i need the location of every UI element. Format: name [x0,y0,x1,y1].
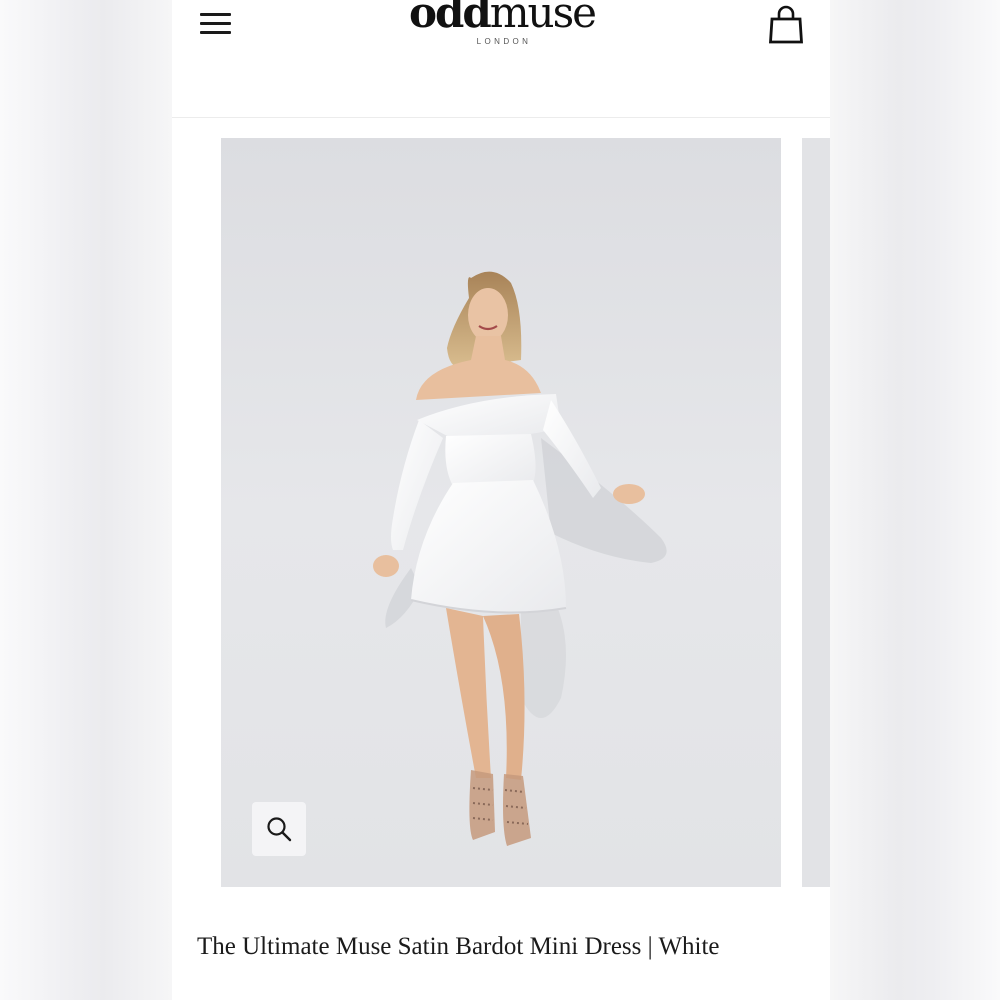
hamburger-line [200,22,231,25]
next-product-image[interactable] [802,138,830,887]
right-backdrop [830,0,1000,1000]
shopping-bag-button[interactable] [768,4,804,44]
brand-location: LONDON [476,37,532,46]
hamburger-line [200,31,231,34]
hamburger-icon [200,13,231,16]
menu-button[interactable] [199,10,233,38]
product-photo [221,138,781,887]
zoom-button[interactable] [252,802,306,856]
product-image[interactable] [221,138,781,887]
search-icon [267,817,292,842]
brand-wordmark: oddmuse [382,0,622,34]
brand-name-part2: muse [489,0,597,37]
brand-name-part1: odd [408,0,492,37]
site-header: oddmuse LONDON [172,0,830,118]
product-title: The Ultimate Muse Satin Bardot Mini Dres… [197,933,720,960]
product-page: oddmuse LONDON The Ultimate Muse Satin B… [172,0,830,1000]
brand-logo[interactable]: oddmuse LONDON [382,0,622,46]
left-backdrop [0,0,172,1000]
shopping-bag-icon [769,5,803,44]
